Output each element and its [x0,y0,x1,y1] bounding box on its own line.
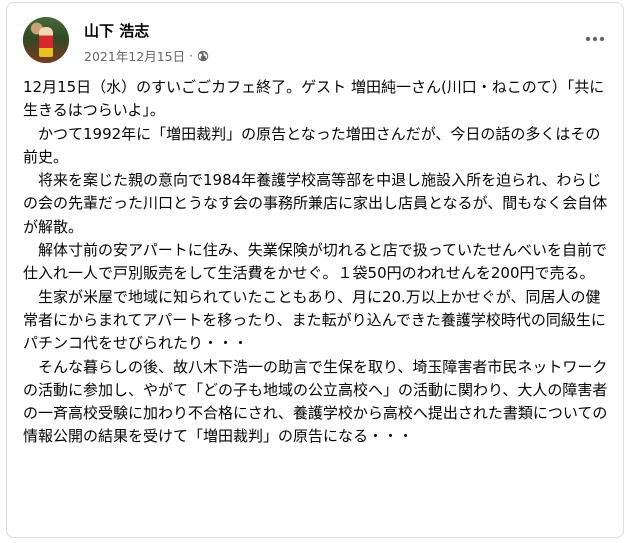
post-card: 山下 浩志 2021年12月15日 · 12月15日（水）のすいごごカフェ終了。… [6,2,624,538]
meta-separator: · [189,48,194,63]
more-horizontal-icon [585,36,605,42]
post-paragraph: そんな暮らしの後、故八木下浩一の助言で生保を取り、埼玉障害者市民ネットワークの活… [23,357,608,446]
post-paragraph: 生家が米屋で地域に知られていたこともあり、月に20.万以上かせぐが、同居人の健常… [23,287,606,353]
more-options-button[interactable] [583,27,607,51]
post-paragraph: 解体寸前の安アパートに住み、失業保険が切れると店で扱っていたせんべいを自前で仕入… [23,241,607,283]
avatar-figure [39,27,53,57]
post-body: 12月15日（水）のすいごごカフェ終了。ゲスト 増田純一さん(川口・ねこのて）「… [23,76,613,449]
post-meta: 2021年12月15日 · [84,46,209,65]
post-date[interactable]: 2021年12月15日 [84,46,185,65]
post-header: 山下 浩志 2021年12月15日 · [7,3,623,73]
post-paragraph: 将来を案じた親の意向で1984年養護学校高等部を中退し施設入所を迫られ、わらじの… [23,171,608,236]
author-name[interactable]: 山下 浩志 [84,20,149,41]
post-paragraph: 12月15日（水）のすいごごカフェ終了。ゲスト 増田純一さん(川口・ねこのて）「… [23,78,605,120]
post-paragraph: かつて1992年に「増田裁判」の原告となった増田さんだが、今日の話の多くはその前… [23,124,601,166]
globe-icon[interactable] [197,50,209,62]
avatar[interactable] [23,17,69,63]
